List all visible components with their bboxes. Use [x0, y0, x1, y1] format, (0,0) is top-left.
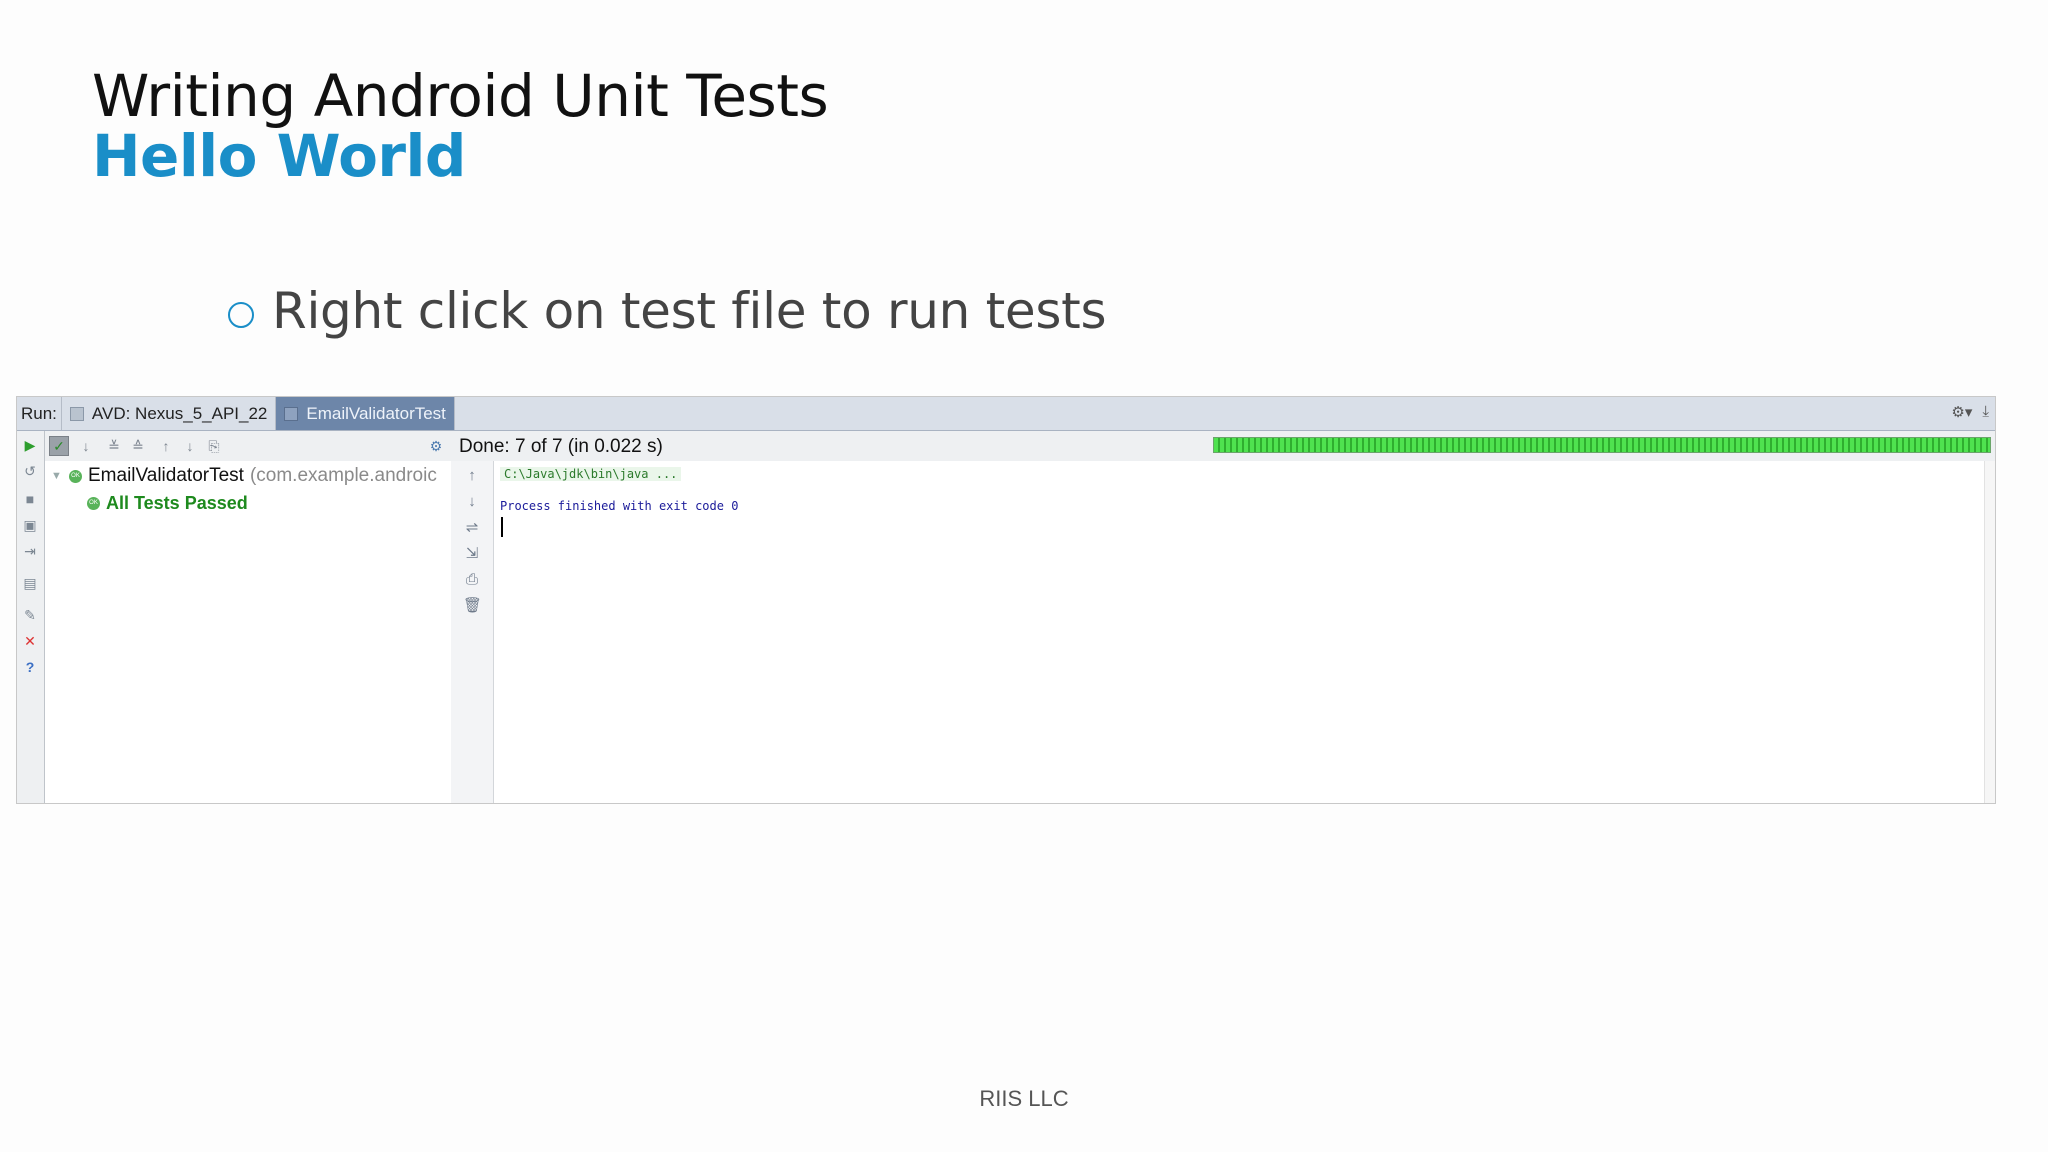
- tab-avd[interactable]: AVD: Nexus_5_API_22: [62, 397, 277, 430]
- run-icon[interactable]: ▶: [22, 437, 38, 453]
- run-side-toolbar: ▶ ↺ ■ ▣ ⇥ ▤ ✎ ✕ ?: [17, 431, 45, 803]
- expand-arrow-icon[interactable]: ▼: [51, 470, 69, 482]
- soft-wrap-icon[interactable]: ⇌: [463, 519, 481, 537]
- bullet-text: Right click on test file to run tests: [272, 282, 1107, 340]
- console-command-line[interactable]: C:\Java\jdk\bin\java ...: [500, 467, 682, 481]
- android-device-icon: [69, 406, 84, 421]
- console-exit-line: Process finished with exit code 0: [500, 499, 739, 513]
- clear-icon[interactable]: 🗑: [463, 597, 482, 615]
- camera-icon[interactable]: ▣: [22, 517, 38, 533]
- help-icon[interactable]: ?: [22, 659, 38, 675]
- next-icon[interactable]: ↓: [181, 437, 199, 455]
- console-scrollbar[interactable]: [1984, 461, 1995, 803]
- rerun-icon[interactable]: ↺: [22, 463, 38, 479]
- export-icon[interactable]: ⎘: [205, 437, 223, 455]
- run-label: Run:: [17, 397, 62, 430]
- tab-email-validator-label: EmailValidatorTest: [306, 403, 446, 423]
- test-class-name: EmailValidatorTest: [88, 465, 244, 486]
- test-config-icon: [284, 406, 299, 421]
- ok-status-icon: OK: [87, 497, 100, 510]
- import-icon[interactable]: ⇥: [22, 543, 38, 559]
- test-class-package: (com.example.androic: [249, 465, 437, 486]
- bullet-item: Right click on test file to run tests: [228, 282, 1107, 340]
- tree-child-row[interactable]: OK All Tests Passed: [87, 493, 248, 514]
- tree-root-row[interactable]: ▼ OK EmailValidatorTest (com.example.and…: [45, 465, 437, 487]
- pin-icon[interactable]: ✎: [22, 607, 38, 623]
- expand-all-icon[interactable]: ≚: [105, 437, 123, 455]
- ok-status-icon: OK: [69, 469, 82, 483]
- toggle-passed-icon[interactable]: ✓: [49, 436, 69, 456]
- slide-subtitle: Hello World: [92, 122, 466, 190]
- text-caret: [501, 517, 503, 537]
- sort-alpha-icon[interactable]: ↓: [77, 437, 95, 455]
- all-tests-passed-label: All Tests Passed: [106, 493, 248, 513]
- collapse-all-icon[interactable]: ≙: [129, 437, 147, 455]
- settings-icon[interactable]: ⚙: [427, 437, 445, 455]
- layout-icon[interactable]: ▤: [22, 575, 38, 591]
- stop-icon[interactable]: ■: [22, 491, 38, 507]
- run-tool-window: Run: AVD: Nexus_5_API_22 EmailValidatorT…: [16, 396, 1996, 804]
- print-icon[interactable]: ⎙: [463, 571, 481, 589]
- tab-avd-label: AVD: Nexus_5_API_22: [91, 403, 268, 423]
- test-progress-bar: [1213, 437, 1991, 453]
- scroll-down-icon[interactable]: ↓: [463, 493, 481, 511]
- close-icon[interactable]: ✕: [22, 633, 38, 649]
- gear-icon[interactable]: ⚙▾: [1951, 403, 1972, 421]
- console-output[interactable]: C:\Java\jdk\bin\java ... Process finishe…: [494, 461, 1985, 803]
- bullet-circle-icon: [228, 302, 254, 328]
- console-toolbar: ↑ ↓ ⇌ ⇲ ⎙ 🗑: [451, 461, 494, 803]
- tab-email-validator-test[interactable]: EmailValidatorTest: [276, 397, 455, 430]
- slide-title: Writing Android Unit Tests: [92, 62, 829, 130]
- hide-panel-icon[interactable]: ⤓: [1982, 403, 1989, 421]
- test-status-text: Done: 7 of 7 (in 0.022 s): [459, 436, 663, 457]
- run-tab-bar: Run: AVD: Nexus_5_API_22 EmailValidatorT…: [17, 397, 1995, 431]
- previous-icon[interactable]: ↑: [157, 437, 175, 455]
- test-tree-toolbar: ✓ ↓ ≚ ≙ ↑ ↓ ⎘ ⚙: [45, 431, 451, 462]
- scroll-up-icon[interactable]: ↑: [463, 467, 481, 485]
- slide-footer: RIIS LLC: [979, 1086, 1069, 1111]
- scroll-end-icon[interactable]: ⇲: [463, 545, 481, 563]
- tab-bar-actions: ⚙▾ ⤓: [1951, 403, 1989, 421]
- test-progress-fill: [1214, 438, 1990, 452]
- test-results-tree: ▼ OK EmailValidatorTest (com.example.and…: [45, 461, 452, 803]
- test-status-bar: Done: 7 of 7 (in 0.022 s): [451, 431, 1995, 462]
